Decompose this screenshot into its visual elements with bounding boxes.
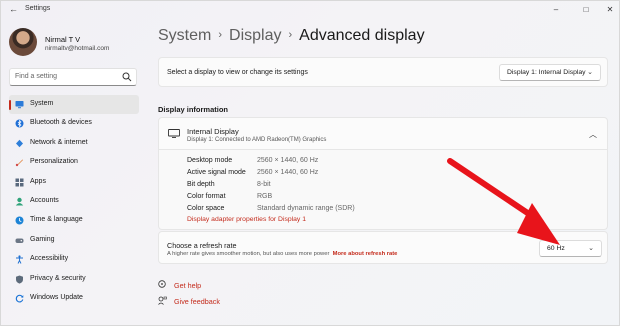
- refresh-rate-desc-text: A higher rate gives smoother motion, but…: [167, 251, 330, 257]
- user-name: Nirmal T V: [45, 35, 81, 44]
- feedback-icon: [158, 296, 167, 305]
- breadcrumb-display[interactable]: Display: [229, 27, 281, 44]
- monitor-icon: [168, 129, 180, 138]
- sidebar-item-network[interactable]: Network & internet: [9, 134, 139, 153]
- settings-window: ← Settings – □ ✕ Nirmal T V nirmaltv@hot…: [0, 0, 620, 326]
- sidebar-item-time-language[interactable]: Time & language: [9, 211, 139, 230]
- close-button[interactable]: ✕: [599, 3, 620, 17]
- sidebar-item-label: Apps: [30, 177, 46, 185]
- refresh-rate-title: Choose a refresh rate: [167, 241, 237, 250]
- info-label: Bit depth: [187, 181, 215, 188]
- gaming-icon: [15, 238, 24, 243]
- search-input[interactable]: Find a setting: [9, 68, 137, 86]
- sidebar-item-label: System: [30, 100, 54, 107]
- select-display-card: Select a display to view or change its s…: [158, 57, 608, 87]
- sidebar-item-personalization[interactable]: Personalization: [9, 153, 139, 172]
- back-arrow-icon[interactable]: ←: [9, 4, 18, 14]
- section-title: Display information: [158, 105, 229, 114]
- sidebar-item-label: Time & language: [30, 216, 83, 224]
- windows-update-icon: [15, 294, 24, 303]
- select-display-label: Select a display to view or change its s…: [167, 69, 308, 76]
- sidebar-item-apps[interactable]: Apps: [9, 173, 139, 192]
- minimize-button[interactable]: –: [545, 3, 567, 17]
- display-info-details: Desktop mode 2560 × 1440, 60 Hz Active s…: [158, 150, 608, 230]
- time-language-icon: [15, 216, 24, 225]
- info-label: Active signal mode: [187, 169, 246, 176]
- sidebar-item-label: Windows Update: [30, 293, 83, 301]
- more-about-refresh-rate-link[interactable]: More about refresh rate: [333, 251, 398, 257]
- info-value: RGB: [257, 193, 273, 200]
- search-placeholder: Find a setting: [15, 73, 58, 80]
- user-email: nirmaltv@hotmail.com: [45, 45, 110, 52]
- sidebar-item-windows-update[interactable]: Windows Update: [9, 289, 139, 308]
- refresh-rate-value: 60 Hz: [547, 245, 565, 252]
- display-select-dropdown[interactable]: Display 1: Internal Display ⌄: [499, 64, 601, 81]
- breadcrumb-system[interactable]: System: [158, 27, 211, 44]
- avatar[interactable]: [9, 28, 37, 56]
- page-title: Advanced display: [299, 27, 425, 44]
- chevron-right-icon: ›: [288, 29, 293, 41]
- sidebar-item-label: Privacy & security: [30, 274, 86, 282]
- info-value: 8-bit: [257, 181, 271, 188]
- breadcrumb: System › Display › Advanced display: [158, 27, 425, 45]
- sidebar-item-accounts[interactable]: Accounts: [9, 192, 139, 211]
- chevron-down-icon: ⌄: [587, 69, 593, 76]
- window-title: Settings: [25, 5, 51, 12]
- sidebar-item-label: Network & internet: [30, 138, 88, 146]
- info-value: Standard dynamic range (SDR): [257, 205, 355, 212]
- sidebar-item-label: Gaming: [30, 235, 55, 243]
- bluetooth-icon: [15, 119, 24, 128]
- chevron-up-icon[interactable]: ︿: [589, 129, 597, 140]
- info-value: 2560 × 1440, 60 Hz: [257, 157, 319, 164]
- refresh-rate-description: A higher rate gives smoother motion, but…: [167, 251, 397, 257]
- apps-icon: [15, 178, 24, 187]
- refresh-rate-card: Choose a refresh rate A higher rate give…: [158, 231, 608, 264]
- display-subtitle: Display 1: Connected to AMD Radeon(TM) G…: [187, 137, 327, 143]
- display-info-header[interactable]: Internal Display Display 1: Connected to…: [158, 117, 608, 150]
- network-icon: [16, 139, 23, 147]
- sidebar-item-label: Bluetooth & devices: [30, 119, 92, 127]
- system-icon: [15, 101, 24, 109]
- title-bar: ← Settings – □ ✕: [1, 1, 620, 19]
- sidebar-item-label: Accessibility: [30, 255, 69, 263]
- accounts-icon: [15, 197, 24, 206]
- give-feedback-label: Give feedback: [174, 297, 220, 306]
- info-label: Desktop mode: [187, 157, 233, 164]
- maximize-button[interactable]: □: [575, 3, 597, 17]
- sidebar-item-system[interactable]: System: [9, 95, 139, 115]
- sidebar-nav: System Bluetooth & devices Network & int…: [9, 95, 139, 308]
- sidebar-item-gaming[interactable]: Gaming: [9, 231, 139, 250]
- sidebar-item-label: Accounts: [30, 196, 59, 204]
- chevron-right-icon: ›: [218, 29, 223, 41]
- get-help-label: Get help: [174, 281, 202, 290]
- sidebar-item-privacy-security[interactable]: Privacy & security: [9, 270, 139, 289]
- search-icon: [122, 72, 132, 82]
- sidebar-item-bluetooth[interactable]: Bluetooth & devices: [9, 114, 139, 133]
- sidebar-item-accessibility[interactable]: Accessibility: [9, 250, 139, 269]
- info-value: 2560 × 1440, 60 Hz: [257, 169, 319, 176]
- info-label: Color space: [187, 205, 225, 212]
- display-name: Internal Display: [187, 127, 239, 136]
- chevron-down-icon: ⌄: [588, 245, 594, 252]
- personalization-icon: [15, 159, 23, 167]
- get-help-icon: [158, 280, 166, 288]
- display-select-value: Display 1: Internal Display: [507, 69, 586, 76]
- accessibility-icon: [16, 255, 23, 264]
- info-label: Color format: [187, 193, 226, 200]
- adapter-properties-link[interactable]: Display adapter properties for Display 1: [187, 216, 306, 223]
- sidebar-item-label: Personalization: [30, 158, 78, 166]
- privacy-icon: [16, 275, 23, 284]
- refresh-rate-dropdown[interactable]: 60 Hz ⌄: [539, 240, 602, 257]
